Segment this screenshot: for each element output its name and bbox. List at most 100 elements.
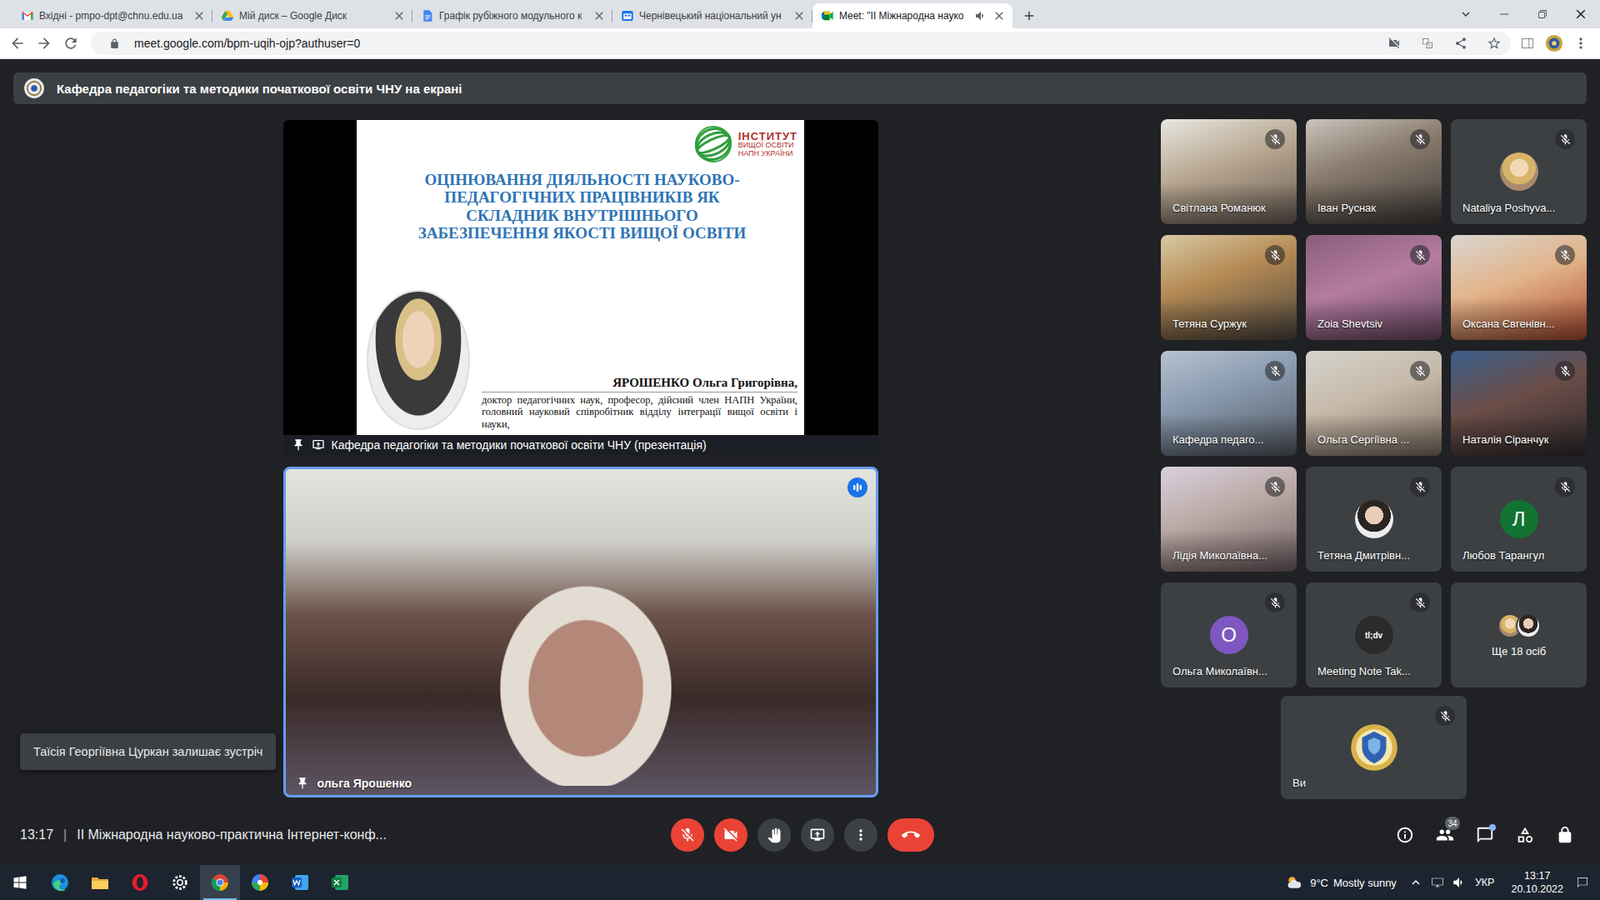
close-icon[interactable] [792, 9, 806, 23]
author-text: ЯРОШЕНКО Ольга Григорівна,доктор педагог… [481, 375, 798, 430]
share-icon[interactable] [1447, 31, 1475, 55]
new-tab-button[interactable] [1017, 4, 1041, 28]
participant-tile[interactable]: Лідія Миколаївна... [1160, 466, 1297, 572]
mic-off-icon [1410, 129, 1430, 150]
start-app-icon[interactable] [0, 865, 40, 900]
participant-tile[interactable]: Тетяна Дмитрівн... [1305, 466, 1442, 572]
chrome-app-icon[interactable] [200, 865, 240, 900]
participant-name: Ольга Сергіївна ... [1317, 433, 1437, 446]
meet-favicon-icon [820, 9, 835, 23]
camera-blocked-icon[interactable] [1380, 31, 1408, 55]
self-avatar-icon [1350, 723, 1399, 772]
avatar-letter: Л [1512, 507, 1526, 531]
participant-name: Лідія Миколаївна... [1172, 549, 1292, 562]
camera-off-icon[interactable] [714, 818, 748, 852]
network-icon[interactable] [1426, 865, 1449, 900]
host-controls-icon[interactable] [1545, 816, 1585, 854]
pin-icon[interactable] [295, 776, 310, 790]
participant-tile[interactable]: Тетяна Суржук [1160, 235, 1297, 340]
speaker-name: ольга Ярошенко [317, 776, 413, 790]
speaker-icon[interactable] [974, 9, 988, 23]
participant-tile[interactable]: Наталія Сіранчук [1450, 350, 1587, 456]
browser-tab[interactable]: Вхідні - pmpo-dpt@chnu.edu.ua [12, 3, 213, 29]
participant-tile[interactable]: Nataliya Poshyva... [1450, 119, 1587, 225]
present-screen-icon[interactable] [800, 818, 835, 852]
clock[interactable]: 13:1720.10.2022 [1510, 869, 1564, 897]
browser-tab[interactable]: Чернівецький національний ун [612, 3, 813, 29]
participant-tile[interactable]: Zoia Shevtsiv [1305, 235, 1442, 340]
raise-hand-icon[interactable] [757, 818, 791, 852]
browser-tab[interactable]: Мій диск – Google Диск [212, 3, 413, 29]
pin-icon[interactable] [291, 438, 305, 452]
close-icon[interactable] [192, 9, 206, 23]
participant-tile[interactable]: Ще 18 осіб [1450, 582, 1587, 688]
restore-icon[interactable] [1523, 0, 1562, 29]
excel-app-icon[interactable] [320, 865, 360, 900]
weather-widget[interactable]: 9°CMostly sunny [1283, 865, 1397, 900]
slide-title: ОЦІНЮВАННЯ ДІЯЛЬНОСТІ НАУКОВО-ПЕДАГОГІЧН… [366, 170, 798, 242]
participant-name: Кафедра педаго... [1172, 433, 1292, 446]
reload-icon[interactable] [57, 30, 85, 57]
presentation-tile[interactable]: ІНСТИТУТВИЩОЇ ОСВІТИНАПН УКРАЇНИ ОЦІНЮВАН… [283, 120, 879, 455]
speaking-indicator-icon [847, 477, 868, 498]
notifications-icon[interactable] [1571, 865, 1594, 900]
mic-off-icon[interactable] [670, 818, 705, 852]
institute-logo: ІНСТИТУТВИЩОЇ ОСВІТИНАПН УКРАЇНИ [366, 124, 798, 165]
close-window-icon[interactable] [1561, 0, 1600, 29]
participant-name: Тетяна Суржук [1172, 317, 1292, 330]
participant-tile[interactable]: Світлана Романюк [1160, 119, 1297, 225]
close-icon[interactable] [392, 9, 406, 23]
pinwheel-app-icon[interactable] [240, 865, 280, 900]
show-hidden-icon[interactable] [1405, 865, 1427, 900]
presenting-banner: Кафедра педагогіки та методики початково… [13, 72, 1587, 105]
close-icon[interactable] [592, 9, 606, 23]
more-options-icon[interactable] [844, 818, 878, 852]
address-bar[interactable]: meet.google.com/bpm-uqih-ojp?authuser=0 [90, 31, 1511, 55]
windows-taskbar: 9°CMostly sunny УКР 13:1720.10.2022 [0, 865, 1600, 900]
speaker-tile[interactable]: ольга Ярошенко [283, 466, 879, 798]
side-panel-icon[interactable] [1514, 31, 1541, 55]
presentation-label: Кафедра педагогіки та методики початково… [331, 438, 707, 452]
toolbar-right [1514, 31, 1595, 55]
explorer-app-icon[interactable] [80, 865, 120, 900]
close-icon[interactable] [992, 9, 1006, 23]
volume-icon[interactable] [1448, 865, 1470, 900]
mic-off-icon [1265, 245, 1285, 265]
participant-tile[interactable]: ООльга Миколаївн... [1160, 582, 1297, 688]
end-call-icon[interactable] [887, 818, 935, 852]
settings-app-icon[interactable] [160, 865, 200, 900]
url-text[interactable]: meet.google.com/bpm-uqih-ojp?authuser=0 [134, 36, 1375, 50]
slide-title-line: ОЦІНЮВАННЯ ДІЯЛЬНОСТІ НАУКОВО- [424, 170, 740, 189]
info-icon[interactable] [1385, 816, 1425, 854]
word-app-icon[interactable] [280, 865, 320, 900]
back-arrow-icon[interactable] [4, 30, 31, 57]
meet-window: Кафедра педагогіки та методики початково… [0, 59, 1600, 865]
participant-tile[interactable]: Іван Руснак [1305, 119, 1442, 225]
participant-tile[interactable]: Кафедра педаго... [1160, 350, 1297, 456]
edge-app-icon[interactable] [40, 865, 80, 900]
participant-tile[interactable]: ЛЛюбов Тарангул [1450, 466, 1587, 572]
chat-icon[interactable] [1465, 816, 1505, 854]
minimize-icon[interactable] [1485, 0, 1524, 29]
slide: ІНСТИТУТВИЩОЇ ОСВІТИНАПН УКРАЇНИ ОЦІНЮВАН… [356, 120, 805, 435]
profile-avatar-icon[interactable] [1540, 31, 1568, 55]
opera-app-icon[interactable] [120, 865, 160, 900]
star-icon[interactable] [1480, 31, 1508, 55]
avatar-letter: О [1220, 623, 1237, 647]
translate-icon[interactable] [1414, 31, 1441, 55]
participant-grid: Світлана РоманюкІван Руснак Nataliya Posh… [1160, 119, 1587, 688]
participant-name: Nataliya Poshyva... [1462, 201, 1582, 215]
people-icon[interactable]: 34 [1425, 816, 1465, 854]
activities-icon[interactable] [1505, 816, 1545, 854]
tab-search-icon[interactable] [1446, 0, 1485, 29]
menu-kebab-icon[interactable] [1567, 31, 1595, 55]
self-tile[interactable]: Ви [1280, 695, 1467, 800]
lock-icon[interactable] [100, 31, 128, 55]
participant-tile[interactable]: Ольга Сергіївна ... [1305, 350, 1442, 456]
input-language[interactable]: УКР [1475, 876, 1495, 889]
browser-tab[interactable]: Meet: "ІІ Міжнародна науко [812, 3, 1013, 29]
forward-arrow-icon[interactable] [30, 30, 58, 57]
participant-tile[interactable]: Оксана Євгенівн... [1450, 235, 1587, 340]
browser-tab[interactable]: Графік рубіжного модульного к [412, 3, 613, 29]
participant-tile[interactable]: tl;dvMeeting Note Tak... [1305, 582, 1442, 688]
